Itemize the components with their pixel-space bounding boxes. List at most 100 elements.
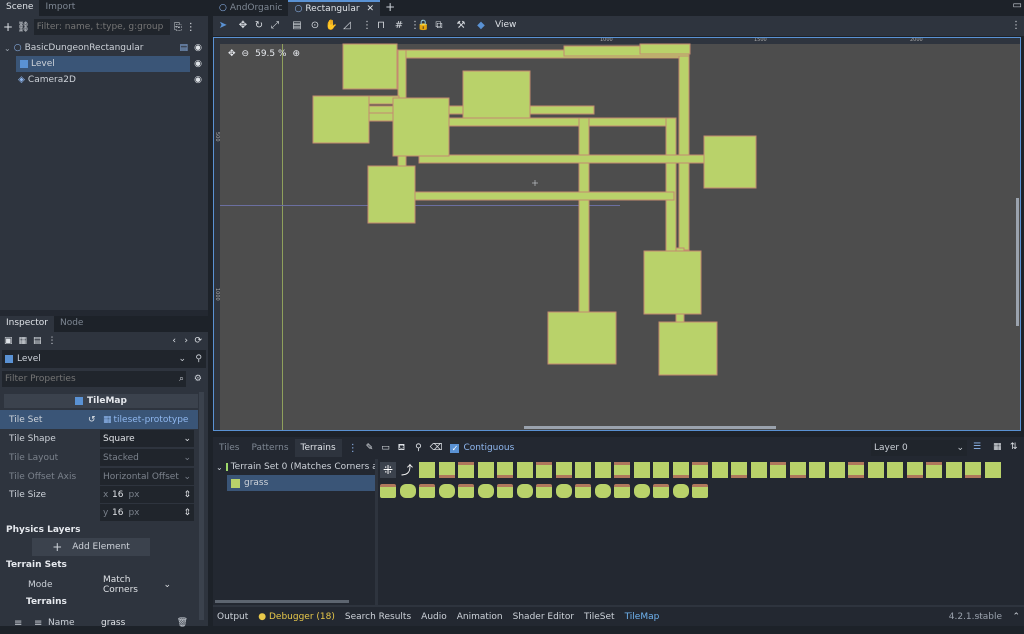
bone-icon[interactable]: ⚒ [455,20,467,32]
terrain-tile[interactable] [555,462,572,478]
terrain-tile[interactable] [458,462,474,478]
tab-audio[interactable]: Audio [421,612,447,622]
scene-tab-andorganic[interactable]: ○ AndOrganic [213,0,288,16]
tile-size-x[interactable]: x 16 px ⇕ [100,486,194,503]
terrain-tile[interactable] [770,462,786,478]
canvas-viewport[interactable]: 1000 1500 2000 500 1000 ✥ ⊖ 59.5 % ⊕ [213,37,1021,431]
tab-import[interactable]: Import [39,0,81,16]
new-resource-icon[interactable]: ▣ [4,336,13,346]
grid-icon[interactable]: ▦ [993,442,1002,452]
tile-shape-select[interactable]: Square ⌄ [100,430,194,447]
snap-icon[interactable]: ⊓ [375,20,387,32]
terrain-tile[interactable] [438,484,455,498]
tab-shader-editor[interactable]: Shader Editor [513,612,574,622]
terrain-tile[interactable] [614,462,630,478]
tab-scene[interactable]: Scene [0,0,40,16]
terrains-section[interactable]: Terrains [0,594,208,610]
tab-search-results[interactable]: Search Results [345,612,411,622]
inspector-scrollbar[interactable] [199,392,204,620]
terrain-tile[interactable] [848,462,864,478]
terrain-tile[interactable] [419,484,435,498]
terrain-tile[interactable] [477,462,494,478]
terrain-sets-section[interactable]: Terrain Sets [0,557,208,573]
ruler-tool-icon[interactable]: ◿ [341,20,353,32]
more-icon[interactable]: ⋮ [348,443,358,454]
layer-select[interactable]: Layer 0 ⌄ [871,440,967,456]
node-info-icon[interactable]: ⚲ [195,354,202,364]
tab-tilemap[interactable]: TileMap [625,612,660,622]
terrain-tile[interactable] [731,462,747,478]
path-mode-icon[interactable]: ⤴ [399,462,415,478]
terrain-tile[interactable] [984,462,1001,478]
terrain-tile[interactable] [906,462,923,478]
tree-item-root[interactable]: ⌄ ○ BasicDungeonRectangular ▤ ◉ [0,40,208,56]
rect-icon[interactable]: ▭ [381,443,390,453]
pivot-tool-icon[interactable]: ⊙ [309,20,321,32]
grid-snap-icon[interactable]: # [393,20,405,32]
tab-tiles[interactable]: Tiles [213,439,245,457]
more-icon[interactable]: ⋮ [1010,20,1022,32]
tab-tileset[interactable]: TileSet [584,612,615,622]
terrain-tile[interactable] [536,484,552,498]
property-filter-input[interactable] [2,371,186,387]
terrain-tile[interactable] [477,484,494,498]
tab-terrains[interactable]: Terrains [294,439,342,457]
more-icon[interactable]: ⋮ [186,22,196,33]
drag-handle-icon[interactable]: ≡ [14,618,42,629]
lock-icon[interactable]: 🔒 [417,20,429,32]
terrain-tile[interactable] [633,462,650,478]
tree-scrollbar[interactable] [215,600,349,603]
group-icon[interactable]: ⧉ [433,20,445,32]
terrain-tile[interactable] [536,462,552,478]
terrain-tile[interactable] [614,484,630,498]
terrain-tile[interactable] [555,484,572,498]
terrain-tile[interactable] [653,484,669,498]
terrain-tile[interactable] [672,484,689,498]
terrain-tile[interactable] [380,484,396,498]
add-element-button[interactable]: + Add Element [32,538,150,556]
select-tool-icon[interactable]: ➤ [217,20,229,32]
rotate-tool-icon[interactable]: ↻ [253,20,265,32]
terrain-tile[interactable] [594,462,611,478]
terrain-tile[interactable] [965,462,981,478]
trash-icon[interactable]: 🗑 [177,618,188,628]
terrain-tile[interactable] [945,462,962,478]
mode-select[interactable]: Match Corners ⌄ [100,575,174,595]
terrain-set-item[interactable]: ⌄ Terrain Set 0 (Matches Corners and Sid… [213,459,375,475]
terrain-tile[interactable] [399,484,416,498]
terrain-item-grass[interactable]: grass [227,475,375,491]
terrain-tile[interactable] [887,462,903,478]
tools-icon[interactable]: ⇅ [1010,442,1018,452]
terrain-tile[interactable] [458,484,474,498]
collapse-icon[interactable]: ⌄ [4,44,11,53]
visibility-icon[interactable]: ◉ [194,59,202,69]
tab-node[interactable]: Node [54,316,90,332]
terrain-tile[interactable] [575,484,591,498]
picker-icon[interactable]: ⚲ [415,443,422,453]
tab-inspector[interactable]: Inspector [0,316,54,332]
expand-panel-icon[interactable]: ⌃ [1012,612,1020,622]
script-attached-icon[interactable]: ▤ [179,43,188,53]
terrain-tile[interactable] [692,484,708,498]
tile-offset-select[interactable]: Horizontal Offset ⌄ [100,468,194,485]
more-icon[interactable]: ⋮ [361,20,373,32]
spin-icon[interactable]: ⇕ [183,490,191,500]
bucket-icon[interactable]: ⛾ [398,443,405,454]
tile-layout-select[interactable]: Stacked ⌄ [100,449,194,466]
drag-handle-icon[interactable]: ≡ [0,618,22,629]
camera-override-icon[interactable]: ◆ [475,20,487,32]
prop-tile-set[interactable]: Tile Set ↺ ▦ tileset-prototype [0,410,198,429]
tile-size-y[interactable]: y 16 px ⇕ [100,504,194,521]
eraser-icon[interactable]: ⌫ [430,443,443,453]
terrain-name-field[interactable]: grass [98,615,162,632]
scene-filter-input[interactable] [33,19,170,35]
layout-icon[interactable]: ▭ [1013,0,1022,11]
history-icon[interactable]: ⟳ [194,336,202,346]
move-tool-icon[interactable]: ✥ [237,20,249,32]
script-icon[interactable]: ⎘ [174,22,182,33]
terrain-tile[interactable] [789,462,806,478]
terrain-tile[interactable] [926,462,942,478]
tree-item-level[interactable]: Level ◉ [16,56,202,72]
scale-tool-icon[interactable]: ⤢ [269,20,281,32]
more-icon[interactable]: ⋮ [48,336,57,346]
